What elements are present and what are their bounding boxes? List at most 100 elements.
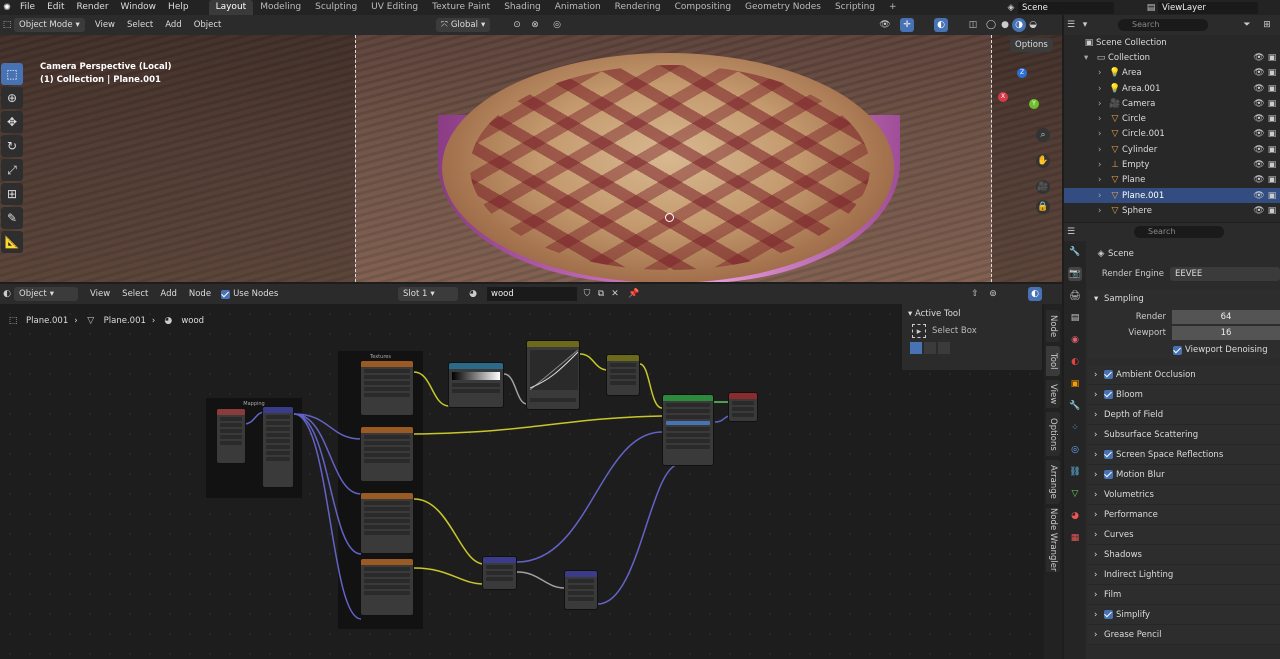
- fake-user-shield-icon[interactable]: ⛉: [580, 287, 594, 301]
- visibility-icon[interactable]: 👁: [878, 18, 892, 32]
- eye-icon[interactable]: 👁: [1252, 51, 1266, 65]
- rotate-tool-icon[interactable]: ↻: [1, 135, 23, 157]
- panel-motion-blur[interactable]: › Motion Blur: [1088, 465, 1280, 485]
- outliner-item-circle-001[interactable]: › ▽ Circle.001 👁 ▣: [1064, 127, 1280, 142]
- expand-chevron-icon[interactable]: ›: [1098, 129, 1108, 139]
- expand-chevron-icon[interactable]: ›: [1098, 99, 1108, 109]
- expand-chevron-icon[interactable]: ›: [1098, 145, 1108, 155]
- view-layer-selector[interactable]: ViewLayer: [1158, 1, 1258, 14]
- viewport-menu-select[interactable]: Select: [121, 18, 159, 33]
- editor-type-icon[interactable]: ⬚: [0, 18, 14, 32]
- outliner-item-camera[interactable]: › 🎥 Camera 👁 ▣: [1064, 96, 1280, 111]
- tab-geometry-nodes[interactable]: Geometry Nodes: [738, 0, 828, 15]
- eye-icon[interactable]: 👁: [1252, 173, 1266, 187]
- use-nodes-checkbox[interactable]: Use Nodes: [221, 289, 278, 299]
- outliner-item-empty[interactable]: › ⊥ Empty 👁 ▣: [1064, 157, 1280, 172]
- snap-icon[interactable]: ⊗: [528, 18, 542, 32]
- panel-enable-checkbox[interactable]: [1104, 390, 1113, 399]
- eye-icon[interactable]: 👁: [1252, 189, 1266, 203]
- outliner-item-area-001[interactable]: › 💡 Area.001 👁 ▣: [1064, 81, 1280, 96]
- camera-render-icon[interactable]: ▣: [1265, 66, 1279, 80]
- annotate-tool-icon[interactable]: ✎: [1, 207, 23, 229]
- add-workspace-button[interactable]: +: [882, 0, 904, 15]
- tab-compositing[interactable]: Compositing: [668, 0, 738, 15]
- pan-hand-icon[interactable]: ✋: [1036, 154, 1050, 168]
- scene-tab-icon[interactable]: ◉: [1068, 333, 1082, 347]
- eye-icon[interactable]: 👁: [1252, 97, 1266, 111]
- material-tab-icon[interactable]: ◕: [1068, 509, 1082, 523]
- blender-logo-icon[interactable]: ✺: [0, 1, 14, 15]
- panel-enable-checkbox[interactable]: [1104, 610, 1113, 619]
- constraints-tab-icon[interactable]: ⛓: [1068, 465, 1082, 479]
- eye-icon[interactable]: 👁: [1252, 127, 1266, 141]
- navigation-gizmo[interactable]: Z X Y: [998, 68, 1044, 114]
- proportional-icon[interactable]: ◎: [550, 18, 564, 32]
- tab-shading[interactable]: Shading: [497, 0, 548, 15]
- select-new-icon[interactable]: [910, 342, 922, 354]
- properties-type-icon[interactable]: ☰: [1064, 225, 1078, 239]
- tab-texture-paint[interactable]: Texture Paint: [425, 0, 497, 15]
- hue-saturation-node[interactable]: [606, 354, 640, 396]
- base-color-image-texture-node[interactable]: [360, 360, 414, 416]
- object-shader-type-dropdown[interactable]: Object ▾: [14, 287, 78, 301]
- expand-chevron-icon[interactable]: ›: [1098, 68, 1108, 78]
- node-editor-type-icon[interactable]: ◐: [0, 287, 14, 301]
- camera-render-icon[interactable]: ▣: [1265, 51, 1279, 65]
- panel-bloom[interactable]: › Bloom: [1088, 385, 1280, 405]
- mapping-node[interactable]: [262, 406, 294, 488]
- expand-chevron-icon[interactable]: ›: [1098, 84, 1108, 94]
- panel-performance[interactable]: › Performance: [1088, 505, 1280, 525]
- color-ramp-node[interactable]: [448, 362, 504, 408]
- transform-tool-icon[interactable]: ⊞: [1, 183, 23, 205]
- tab-uv-editing[interactable]: UV Editing: [364, 0, 425, 15]
- gizmo-toggle-icon[interactable]: ✛: [900, 18, 914, 32]
- move-tool-icon[interactable]: ✥: [1, 111, 23, 133]
- expand-chevron-icon[interactable]: ›: [1098, 191, 1108, 201]
- tab-rendering[interactable]: Rendering: [608, 0, 668, 15]
- overlay-toggle-icon[interactable]: ◐: [934, 18, 948, 32]
- displacement-image-texture-node[interactable]: [360, 492, 414, 554]
- tab-view[interactable]: View: [1046, 380, 1060, 408]
- node-menu-view[interactable]: View: [84, 287, 116, 302]
- viewport-menu-view[interactable]: View: [89, 18, 121, 33]
- outliner-item-area[interactable]: › 💡 Area 👁 ▣: [1064, 66, 1280, 81]
- gizmo-x-axis[interactable]: X: [998, 92, 1008, 102]
- tab-tool[interactable]: Tool: [1046, 346, 1060, 376]
- camera-render-icon[interactable]: ▣: [1265, 204, 1279, 218]
- camera-render-icon[interactable]: ▣: [1265, 127, 1279, 141]
- outliner-item-sphere[interactable]: › ▽ Sphere 👁 ▣: [1064, 203, 1280, 218]
- camera-render-icon[interactable]: ▣: [1265, 173, 1279, 187]
- tab-node-wrangler[interactable]: Node Wrangler: [1046, 508, 1060, 572]
- modifier-tab-icon[interactable]: 🔧: [1068, 399, 1082, 413]
- camera-render-icon[interactable]: ▣: [1265, 97, 1279, 111]
- outliner-type-icon[interactable]: ☰: [1064, 18, 1078, 32]
- viewport-denoising-checkbox[interactable]: Viewport Denoising: [1088, 341, 1280, 359]
- material-browse-icon[interactable]: ◕: [466, 287, 480, 301]
- expand-chevron-icon[interactable]: ›: [1098, 175, 1108, 185]
- eye-icon[interactable]: 👁: [1252, 66, 1266, 80]
- tab-scripting[interactable]: Scripting: [828, 0, 882, 15]
- gizmo-y-axis[interactable]: Y: [1029, 99, 1039, 109]
- outliner-search-input[interactable]: Search: [1118, 19, 1208, 31]
- select-box-tool-icon[interactable]: ⬚: [1, 63, 23, 85]
- menu-file[interactable]: File: [14, 0, 41, 15]
- texture-tab-icon[interactable]: ▦: [1068, 531, 1082, 545]
- panel-enable-checkbox[interactable]: [1104, 450, 1113, 459]
- tool-tab-icon[interactable]: 🔧: [1068, 245, 1082, 259]
- menu-window[interactable]: Window: [115, 0, 163, 15]
- roughness-image-texture-node[interactable]: [360, 426, 414, 482]
- panel-shadows[interactable]: › Shadows: [1088, 545, 1280, 565]
- xray-icon[interactable]: ◫: [966, 18, 980, 32]
- camera-render-icon[interactable]: ▣: [1265, 158, 1279, 172]
- menu-help[interactable]: Help: [162, 0, 195, 15]
- viewport-menu-add[interactable]: Add: [159, 18, 187, 33]
- panel-film[interactable]: › Film: [1088, 585, 1280, 605]
- eye-icon[interactable]: 👁: [1252, 112, 1266, 126]
- principled-bsdf-node[interactable]: [662, 394, 714, 466]
- tab-node[interactable]: Node: [1046, 310, 1060, 342]
- tab-animation[interactable]: Animation: [548, 0, 608, 15]
- eye-icon[interactable]: 👁: [1252, 82, 1266, 96]
- display-mode-icon[interactable]: ▾: [1078, 18, 1092, 32]
- node-editor-canvas[interactable]: ⬚ Plane.001 › ▽ Plane.001 › ◕ wood Mappi…: [0, 304, 1062, 659]
- render-tab-icon[interactable]: 📷: [1068, 267, 1082, 281]
